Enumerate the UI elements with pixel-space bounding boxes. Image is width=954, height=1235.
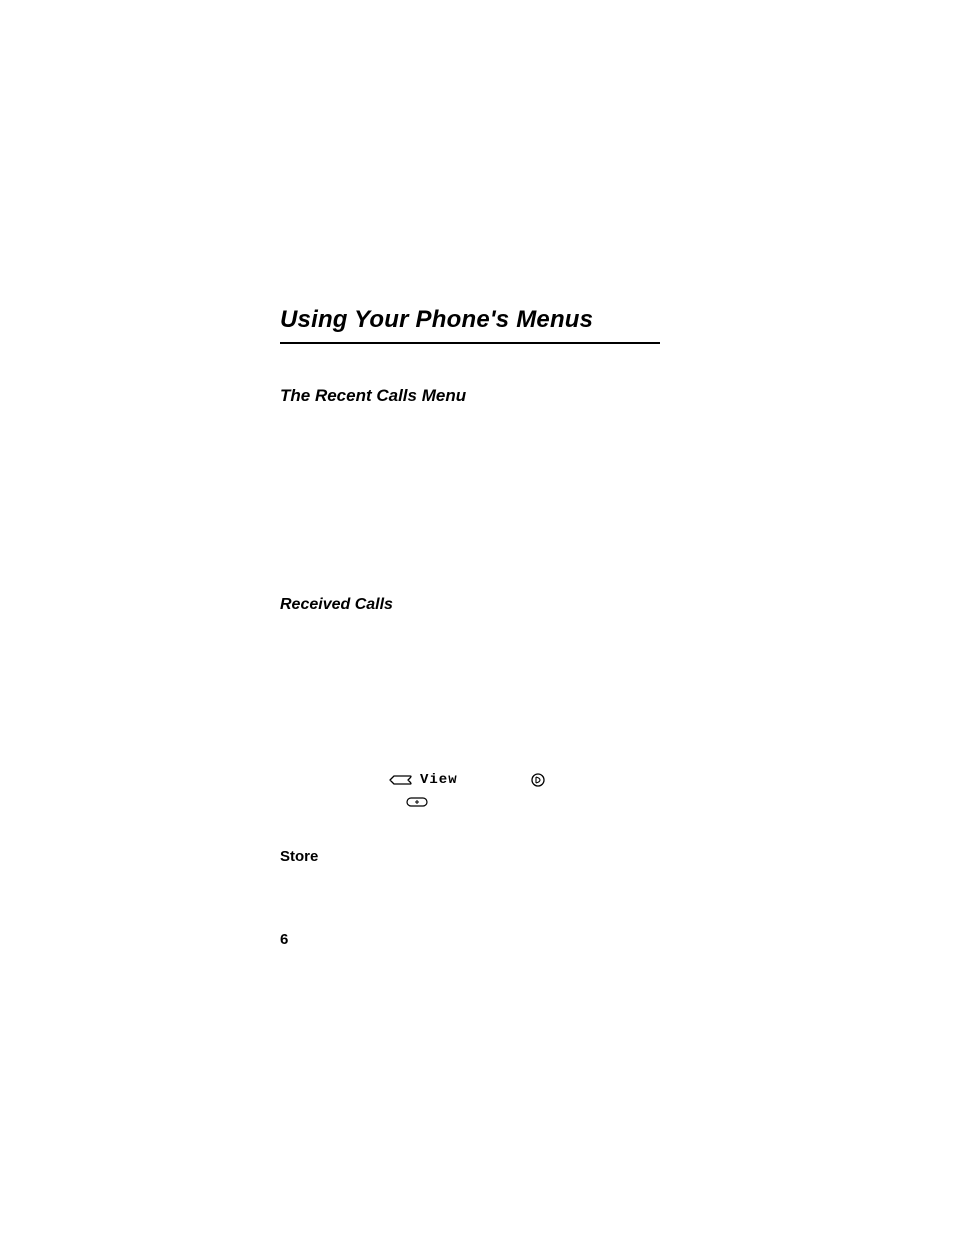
- subsection-title: Received Calls: [280, 596, 660, 614]
- menu-key-icon: [388, 774, 412, 786]
- page-number: 6: [280, 931, 660, 948]
- view-softkey-label: View: [420, 772, 458, 788]
- section-title: The Recent Calls Menu: [280, 386, 660, 406]
- inline-row-view: View: [388, 772, 660, 788]
- store-label: Store: [280, 848, 660, 865]
- oval-key-icon: [406, 796, 428, 808]
- inline-row-key: [406, 796, 660, 808]
- chapter-title: Using Your Phone's Menus: [280, 306, 660, 344]
- nav-key-icon: [530, 772, 546, 788]
